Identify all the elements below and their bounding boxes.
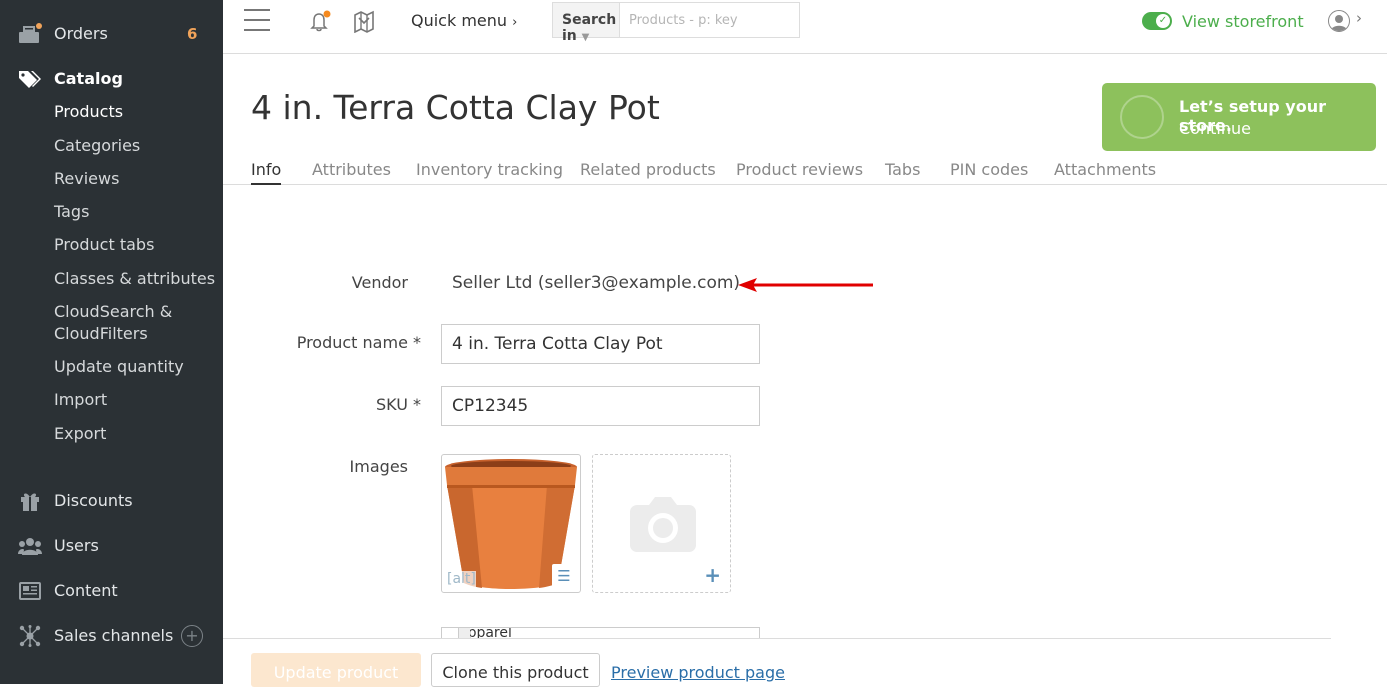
sidebar: Orders 6 Catalog Products Categories Rev… xyxy=(0,0,223,684)
preview-product-link[interactable]: Preview product page xyxy=(611,663,785,682)
vendor-value: Seller Ltd (seller3@example.com) xyxy=(452,273,741,293)
storefront-status-toggle[interactable] xyxy=(1142,12,1172,30)
gift-icon xyxy=(18,490,42,512)
camera-icon xyxy=(630,497,696,552)
newspaper-icon xyxy=(18,580,42,602)
caret-down-icon: ▼ xyxy=(581,32,590,43)
sidebar-item-label: Catalog xyxy=(54,69,123,88)
tab-related-products[interactable]: Related products xyxy=(580,160,716,179)
search-box: Search in ▼ xyxy=(552,2,800,44)
top-bar: Quick menu › Search in ▼ View storefront… xyxy=(223,0,1387,54)
quick-menu-label: Quick menu xyxy=(411,11,508,30)
user-avatar-icon[interactable] xyxy=(1328,10,1350,32)
sku-label: SKU * xyxy=(375,395,421,414)
red-arrow-annotation xyxy=(738,278,873,292)
hamburger-menu-icon[interactable] xyxy=(244,9,270,31)
sidebar-item-orders[interactable]: Orders 6 xyxy=(0,22,223,46)
quick-menu-button[interactable]: Quick menu › xyxy=(411,11,517,30)
sidebar-item-cloudsearch[interactable]: CloudSearch & CloudFilters xyxy=(0,301,223,347)
tab-pin-codes[interactable]: PIN codes xyxy=(950,160,1028,179)
tab-info[interactable]: Info xyxy=(251,160,282,185)
sidebar-item-product-tabs[interactable]: Product tabs xyxy=(54,234,154,256)
search-input[interactable] xyxy=(620,3,799,37)
orders-icon xyxy=(18,23,42,45)
storefront-map-icon[interactable] xyxy=(353,9,379,37)
sku-input[interactable] xyxy=(441,386,760,426)
sidebar-item-export[interactable]: Export xyxy=(54,423,106,445)
update-product-button[interactable]: Update product xyxy=(251,653,421,687)
sidebar-item-label: Discounts xyxy=(54,491,133,510)
image-alt-text-link[interactable]: [alt] xyxy=(447,571,476,587)
page-title: 4 in. Terra Cotta Clay Pot xyxy=(251,88,660,127)
progress-ring-icon xyxy=(1120,95,1164,139)
tab-inventory-tracking[interactable]: Inventory tracking xyxy=(416,160,563,179)
sidebar-item-catalog[interactable]: Catalog xyxy=(0,67,223,91)
chevron-right-icon[interactable]: › xyxy=(1356,9,1362,27)
sidebar-item-label: Orders xyxy=(54,24,108,43)
sidebar-item-reviews[interactable]: Reviews xyxy=(54,168,119,190)
add-sales-channel-icon[interactable]: + xyxy=(181,625,203,647)
add-image-dropzone[interactable]: + xyxy=(592,454,731,593)
product-name-label: Product name * xyxy=(296,333,421,352)
sidebar-item-content[interactable]: Content xyxy=(0,579,223,603)
sidebar-item-discounts[interactable]: Discounts xyxy=(0,489,223,513)
sidebar-item-import[interactable]: Import xyxy=(54,389,107,411)
images-label: Images xyxy=(349,457,408,476)
add-image-plus-icon: + xyxy=(704,563,721,587)
sidebar-item-classes-attributes[interactable]: Classes & attributes xyxy=(54,268,215,290)
tab-product-reviews[interactable]: Product reviews xyxy=(736,160,863,179)
bell-icon[interactable] xyxy=(308,9,332,37)
users-icon xyxy=(18,535,42,557)
sidebar-item-update-quantity[interactable]: Update quantity xyxy=(54,356,184,378)
tab-attributes[interactable]: Attributes xyxy=(312,160,391,179)
view-storefront-link[interactable]: View storefront xyxy=(1182,12,1304,31)
sidebar-item-categories[interactable]: Categories xyxy=(54,135,140,157)
sidebar-item-label: CloudSearch & xyxy=(54,302,173,321)
orders-count-badge: 6 xyxy=(187,25,198,43)
tags-icon xyxy=(18,68,42,90)
sidebar-item-tags[interactable]: Tags xyxy=(54,201,89,223)
sidebar-item-label: Content xyxy=(54,581,118,600)
vendor-label: Vendor xyxy=(351,273,408,292)
tab-attachments[interactable]: Attachments xyxy=(1054,160,1156,179)
sidebar-item-products[interactable]: Products xyxy=(54,101,123,123)
sidebar-item-label: CloudFilters xyxy=(54,324,148,343)
product-tabs: Info Attributes Inventory tracking Relat… xyxy=(223,156,1387,185)
product-name-input[interactable] xyxy=(441,324,760,364)
sidebar-item-label: Sales channels xyxy=(54,626,174,645)
chevron-right-icon: › xyxy=(512,15,518,30)
clone-product-button[interactable]: Clone this product xyxy=(431,653,600,687)
network-icon xyxy=(18,625,42,647)
image-menu-icon[interactable]: ☰ xyxy=(552,564,576,588)
search-scope-dropdown[interactable]: Search in ▼ xyxy=(553,3,620,44)
sidebar-item-sales-channels[interactable]: Sales channels + xyxy=(0,624,223,648)
setup-continue-link[interactable]: Continue xyxy=(1179,119,1251,138)
sidebar-item-users[interactable]: Users xyxy=(0,534,223,558)
product-image-thumbnail[interactable]: [alt] ☰ xyxy=(441,454,581,593)
setup-store-banner[interactable]: Let’s setup your store. Continue xyxy=(1102,83,1376,151)
tab-tabs[interactable]: Tabs xyxy=(885,160,920,179)
sidebar-item-label: Users xyxy=(54,536,99,555)
